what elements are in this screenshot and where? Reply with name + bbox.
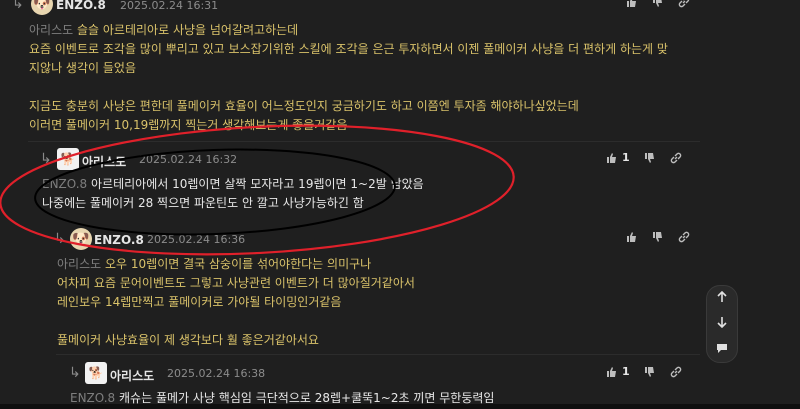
taskbar	[0, 404, 800, 409]
red-annotation-circle	[0, 124, 515, 256]
annotation-overlay	[0, 124, 515, 256]
black-annotation-circle	[34, 148, 396, 236]
